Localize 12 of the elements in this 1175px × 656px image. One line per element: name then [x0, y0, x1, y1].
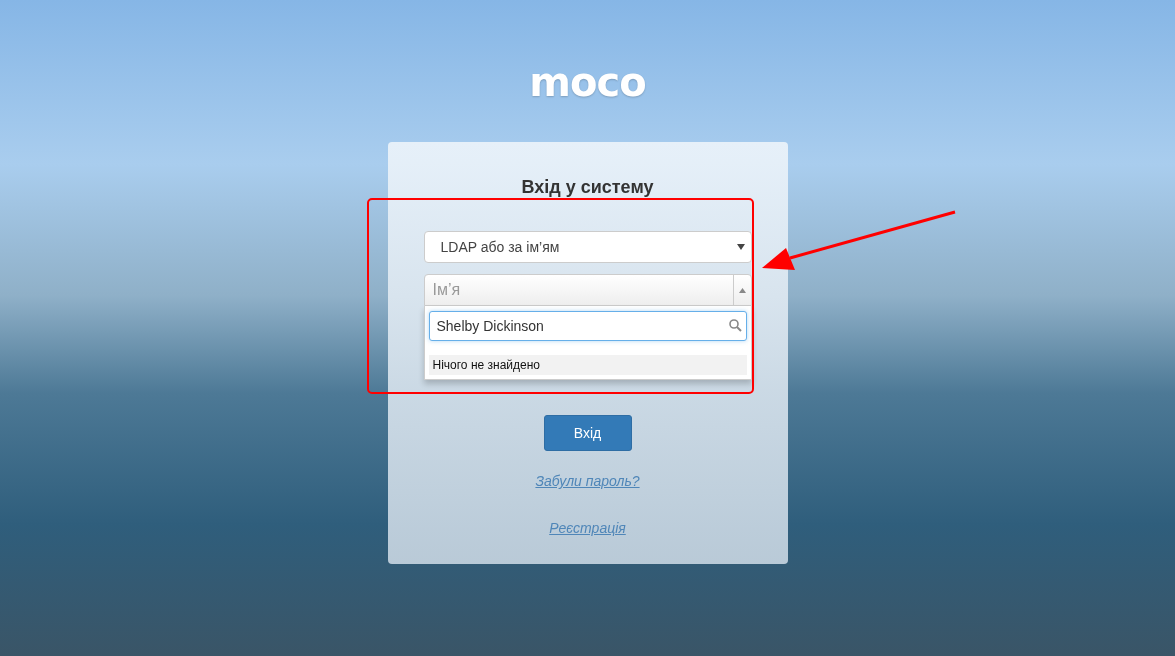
logo: moco: [529, 62, 646, 102]
forgot-password-link[interactable]: Забули пароль?: [535, 471, 640, 492]
search-icon: [728, 319, 742, 332]
search-field[interactable]: Shelby Dickinson: [428, 311, 747, 341]
form-title: Вхід у систему: [521, 176, 654, 199]
no-results-message: Нічого не знайдено: [428, 355, 747, 375]
login-button[interactable]: Вхід: [543, 415, 632, 451]
caret-icon: [736, 244, 745, 250]
caret-icon: [738, 287, 746, 293]
name-select[interactable]: Ім’я: [423, 274, 752, 306]
login-type-select[interactable]: LDAP або за ім’ям: [423, 231, 752, 263]
register-link[interactable]: Реєстрація: [549, 518, 626, 539]
